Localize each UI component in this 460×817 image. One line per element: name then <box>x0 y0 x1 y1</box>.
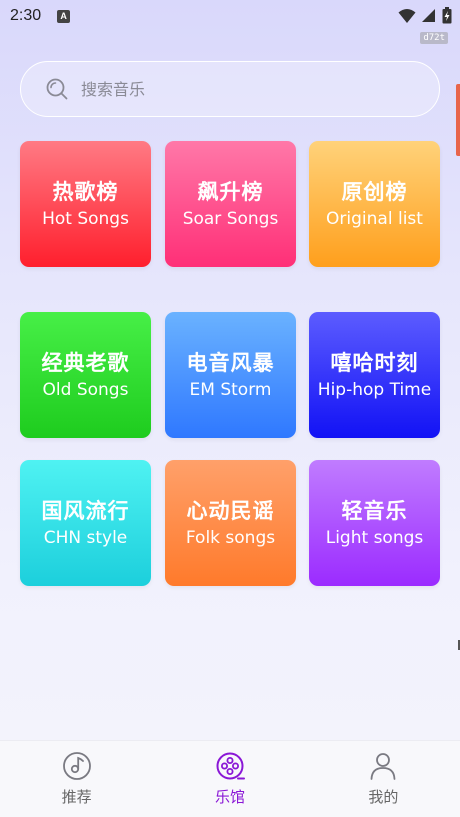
card-title-cn: 国风流行 <box>41 498 130 523</box>
search-bar[interactable] <box>20 61 440 117</box>
card-title-en: Light songs <box>325 527 424 548</box>
music-note-disc-icon <box>62 752 91 780</box>
category-card-em-storm[interactable]: 电音风暴 EM Storm <box>165 312 296 438</box>
card-title-cn: 飙升榜 <box>197 179 264 204</box>
category-card-hot-songs[interactable]: 热歌榜 Hot Songs <box>20 141 151 267</box>
wifi-icon <box>398 8 416 23</box>
nav-tab-recommend[interactable]: 推荐 <box>0 741 153 817</box>
category-card-chn-style[interactable]: 国风流行 CHN style <box>20 460 151 586</box>
category-card-original-list[interactable]: 原创榜 Original list <box>309 141 440 267</box>
card-title-en: Hot Songs <box>42 208 129 229</box>
music-hall-reel-icon <box>216 752 245 780</box>
nav-tab-music-hall[interactable]: 乐馆 <box>153 741 306 817</box>
search-input[interactable] <box>81 79 401 99</box>
card-title-en: Soar Songs <box>182 208 279 229</box>
edge-indicator <box>456 84 460 156</box>
cellular-signal-icon <box>422 9 435 22</box>
bottom-nav: 推荐 乐馆 我的 <box>0 740 460 817</box>
nav-label-mine: 我的 <box>368 788 399 806</box>
status-time: 2:30 <box>10 7 42 24</box>
notification-a-icon: A <box>57 9 71 23</box>
card-title-en: CHN style <box>43 527 128 548</box>
card-title-en: Folk songs <box>185 527 276 548</box>
status-icons <box>398 7 452 24</box>
category-card-soar-songs[interactable]: 飙升榜 Soar Songs <box>165 141 296 267</box>
debug-badge: d72t <box>420 32 448 44</box>
card-title-cn: 嘻哈时刻 <box>330 350 419 375</box>
card-title-cn: 轻音乐 <box>341 498 408 523</box>
battery-icon <box>442 7 452 24</box>
status-bar: 2:30 A <box>0 0 460 32</box>
card-title-en: Original list <box>326 208 423 229</box>
card-title-en: Old Songs <box>42 379 129 400</box>
category-card-old-songs[interactable]: 经典老歌 Old Songs <box>20 312 151 438</box>
nav-tab-mine[interactable]: 我的 <box>307 741 460 817</box>
category-card-folk-songs[interactable]: 心动民谣 Folk songs <box>165 460 296 586</box>
card-title-cn: 原创榜 <box>341 179 408 204</box>
nav-label-music-hall: 乐馆 <box>214 788 245 806</box>
card-title-en: EM Storm <box>189 379 272 400</box>
card-title-cn: 电音风暴 <box>186 350 275 375</box>
card-title-cn: 经典老歌 <box>41 350 130 375</box>
category-card-hip-hop-time[interactable]: 嘻哈时刻 Hip-hop Time <box>309 312 440 438</box>
card-title-cn: 心动民谣 <box>186 498 275 523</box>
category-card-light-songs[interactable]: 轻音乐 Light songs <box>309 460 440 586</box>
nav-label-recommend: 推荐 <box>61 788 92 806</box>
search-icon <box>46 78 68 100</box>
person-icon <box>370 753 396 780</box>
card-title-cn: 热歌榜 <box>52 179 119 204</box>
card-title-en: Hip-hop Time <box>317 379 432 400</box>
